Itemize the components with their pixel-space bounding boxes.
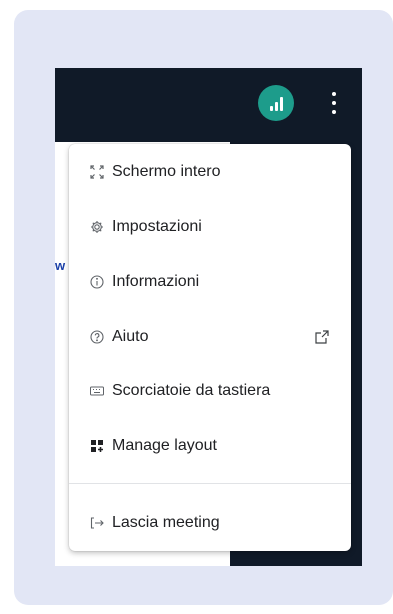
- menu-item-help[interactable]: Aiuto: [69, 312, 351, 362]
- keyboard-icon: [90, 384, 104, 398]
- menu-item-label: Informazioni: [112, 273, 200, 290]
- overflow-menu: Schermo intero Impostazioni Informazioni: [69, 144, 351, 551]
- menu-item-label: Manage layout: [112, 437, 217, 454]
- top-bar: [55, 68, 362, 142]
- menu-item-fullscreen[interactable]: Schermo intero: [69, 147, 351, 197]
- menu-item-label: Lascia meeting: [112, 514, 220, 531]
- gear-icon: [90, 220, 104, 234]
- external-link-icon: [314, 329, 330, 345]
- background-text: w: [55, 258, 66, 273]
- menu-item-label: Aiuto: [112, 328, 149, 345]
- fullscreen-icon: [90, 165, 104, 179]
- menu-item-label: Schermo intero: [112, 163, 221, 180]
- menu-item-label: Impostazioni: [112, 218, 202, 235]
- layout-icon: [90, 439, 104, 453]
- menu-item-manage-layout[interactable]: Manage layout: [69, 421, 351, 471]
- menu-divider: [69, 483, 351, 484]
- menu-item-label: Scorciatoie da tastiera: [112, 382, 271, 399]
- menu-item-settings[interactable]: Impostazioni: [69, 202, 351, 252]
- menu-item-leave-meeting[interactable]: Lascia meeting: [69, 498, 351, 548]
- more-vert-icon[interactable]: [327, 90, 341, 116]
- signal-bars-icon[interactable]: [258, 85, 294, 121]
- menu-item-info[interactable]: Informazioni: [69, 257, 351, 307]
- info-icon: [90, 275, 104, 289]
- leave-icon: [90, 516, 104, 530]
- help-icon: [90, 330, 104, 344]
- menu-item-shortcuts[interactable]: Scorciatoie da tastiera: [69, 366, 351, 416]
